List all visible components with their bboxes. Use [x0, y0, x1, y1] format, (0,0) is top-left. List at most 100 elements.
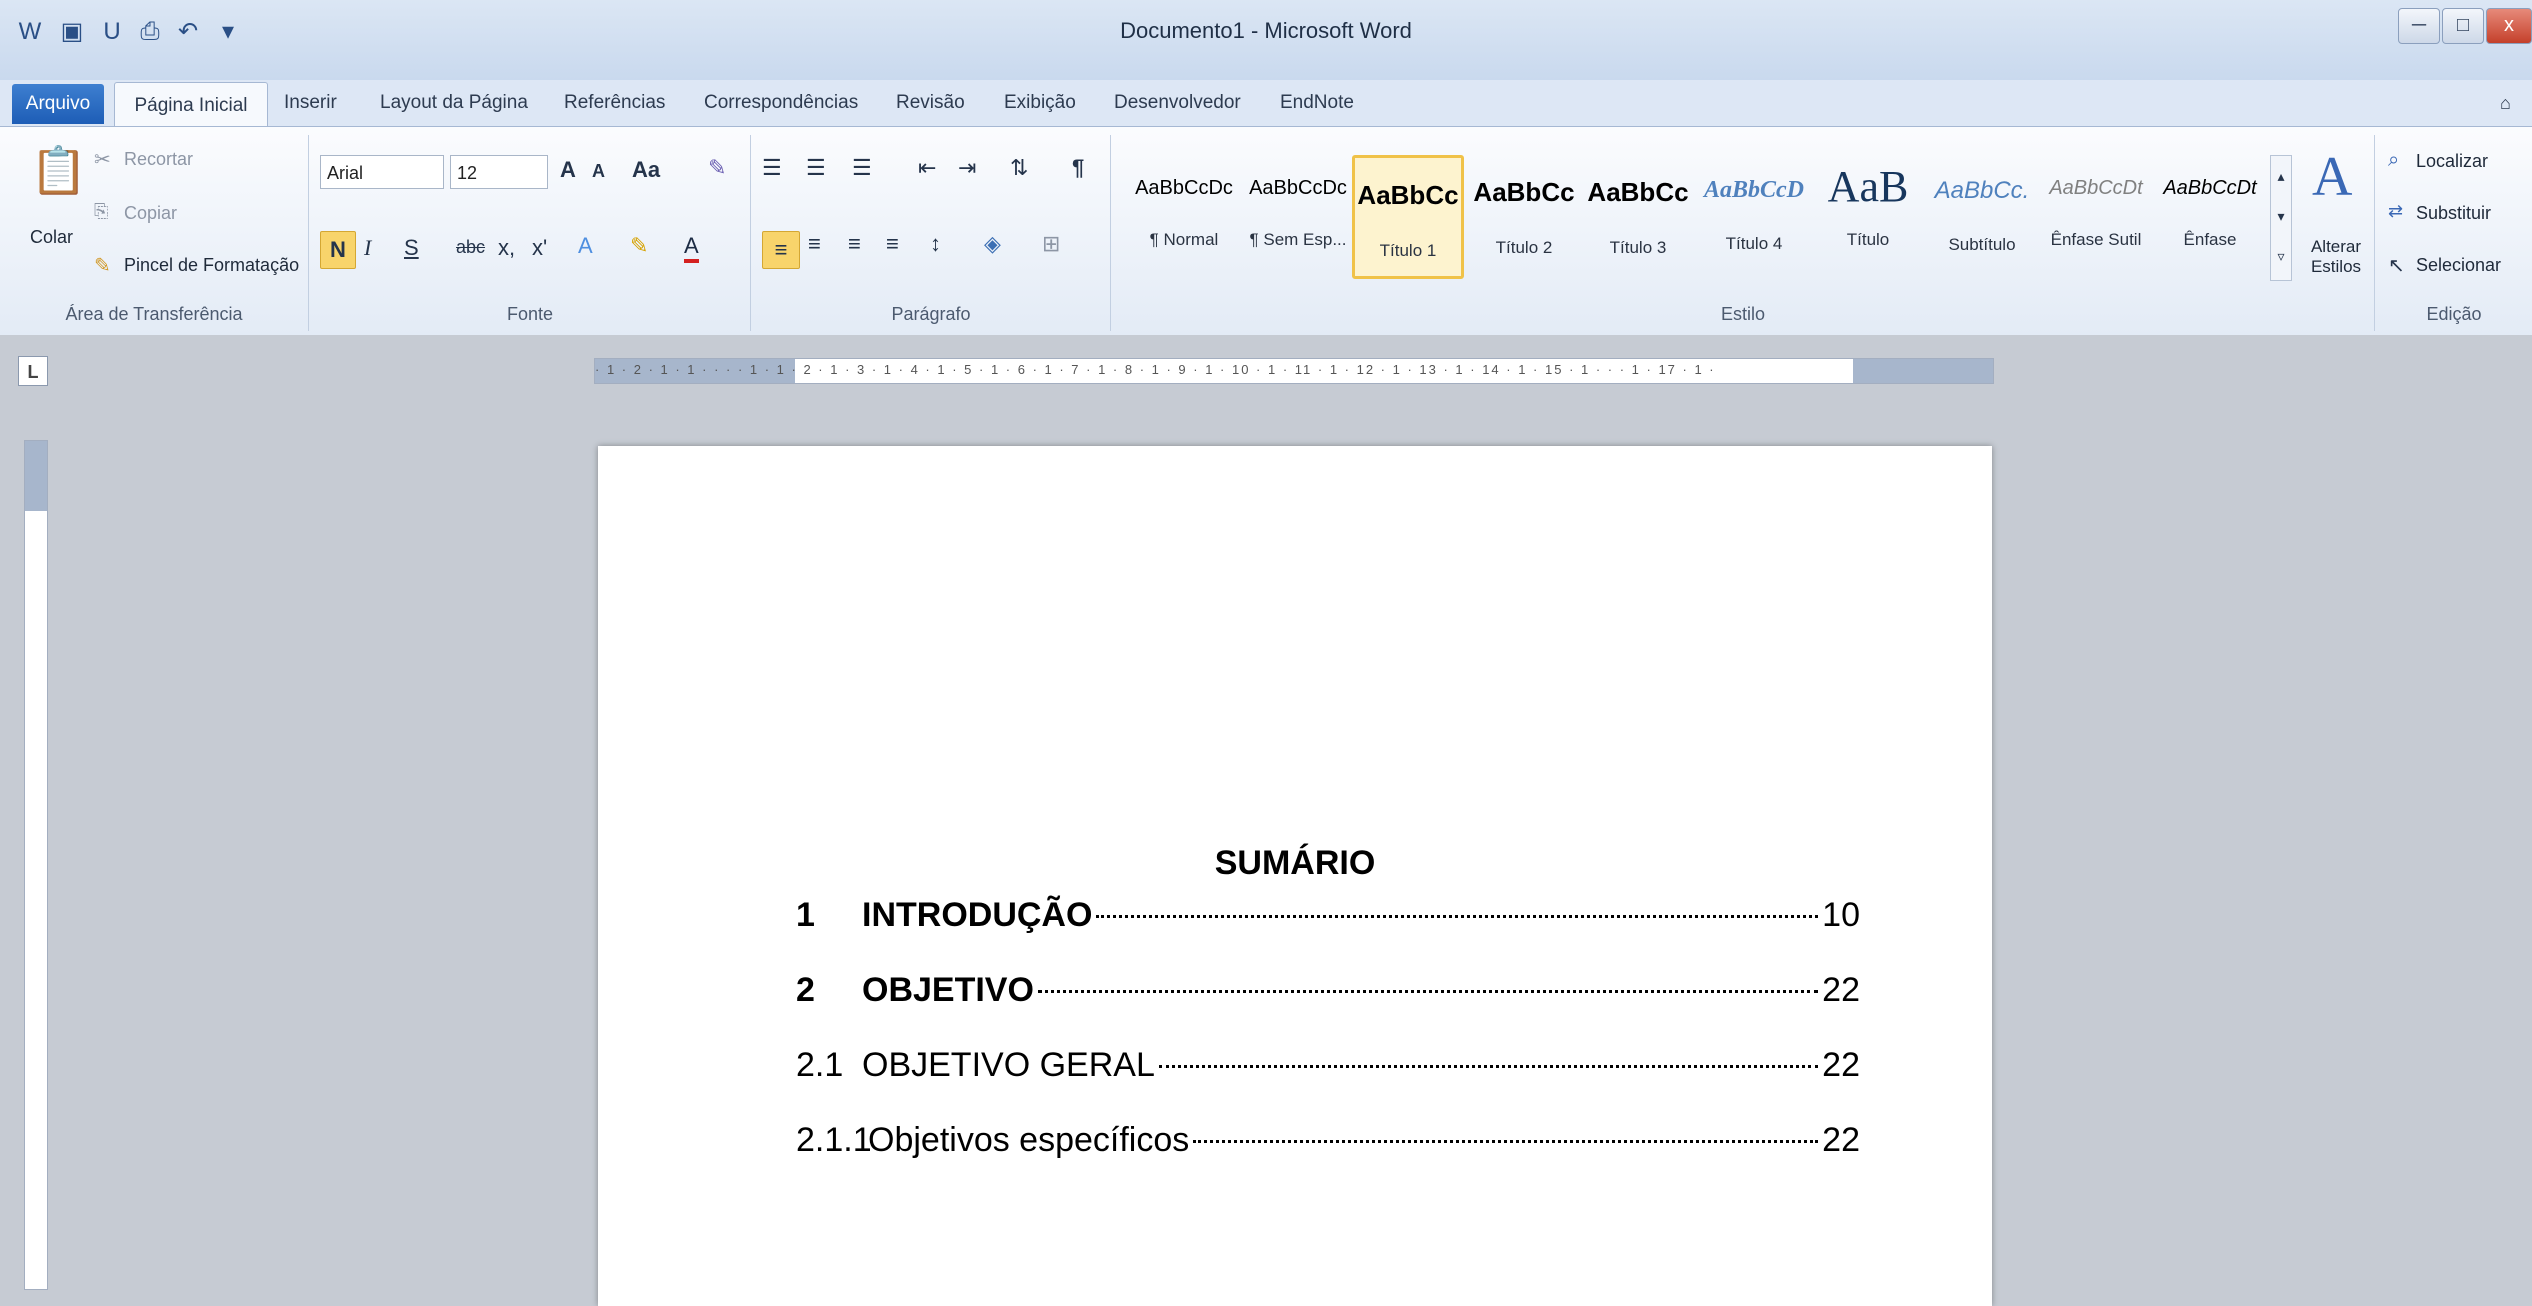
toc-entry[interactable]: 2 OBJETIVO 22 — [796, 971, 1860, 1021]
italic-button[interactable]: I — [364, 235, 371, 261]
toc-text: OBJETIVO GERAL — [862, 1046, 1155, 1084]
style-no-spacing[interactable]: AaBbCcDc ¶ Sem Esp... — [1242, 155, 1354, 279]
sort-icon[interactable]: ⇅ — [1010, 155, 1028, 181]
shrink-font-button[interactable]: A — [592, 161, 605, 182]
tab-endnote[interactable]: EndNote — [1280, 80, 1354, 126]
tab-references[interactable]: Referências — [564, 80, 665, 126]
style-heading-2[interactable]: AaBbCc Título 2 — [1468, 155, 1580, 279]
font-family-select[interactable]: Arial — [320, 155, 444, 189]
justify-icon[interactable]: ≡ — [886, 231, 899, 257]
toc-entry[interactable]: 1 INTRODUÇÃO 10 — [796, 896, 1860, 946]
vertical-ruler-margin — [25, 441, 47, 511]
toc-leader — [1037, 990, 1819, 993]
toc-page: 10 — [1822, 896, 1860, 934]
toc-leader — [1193, 1140, 1819, 1143]
text-effects-icon[interactable]: A — [578, 233, 593, 259]
multilevel-list-icon[interactable]: ☰ — [852, 155, 872, 181]
toc-leader — [1096, 915, 1819, 918]
brush-icon: ✎ — [94, 255, 111, 277]
ribbon-tabs: Arquivo Página Inicial Inserir Layout da… — [0, 80, 2532, 127]
title-bar: W ▣ U ⎙ ↶ ▾ Documento1 - Microsoft Word … — [0, 0, 2532, 81]
tab-insert[interactable]: Inserir — [284, 80, 337, 126]
window-title: Documento1 - Microsoft Word — [1120, 18, 1412, 43]
paste-button[interactable]: Colar — [30, 227, 73, 248]
paste-icon[interactable]: 📋 — [30, 143, 87, 203]
copy-button[interactable]: Copiar — [124, 203, 177, 224]
group-label: Parágrafo — [891, 304, 971, 324]
replace-button[interactable]: Substituir — [2416, 203, 2491, 224]
select-button[interactable]: Selecionar — [2416, 255, 2501, 276]
horizontal-ruler[interactable]: · 1 · 2 · 1 · 1 · · · · 1 · 1 · 2 · 1 · … — [594, 358, 1994, 384]
align-left-icon[interactable]: ≡ — [762, 231, 800, 269]
style-emphasis[interactable]: AaBbCcDt Ênfase — [2154, 155, 2266, 279]
tab-home[interactable]: Página Inicial — [114, 82, 268, 127]
subscript-button[interactable]: x, — [498, 235, 515, 261]
font-size-select[interactable]: 12 — [450, 155, 548, 189]
toc-entry[interactable]: 2.1 OBJETIVO GERAL 22 — [796, 1046, 1860, 1096]
align-right-icon[interactable]: ≡ — [848, 231, 861, 257]
help-icon[interactable]: ⌂ — [2500, 80, 2511, 126]
numbering-icon[interactable]: ☰ — [806, 155, 826, 181]
change-styles-icon[interactable]: A — [2312, 145, 2352, 209]
superscript-button[interactable]: x' — [532, 235, 547, 261]
tab-page-layout[interactable]: Layout da Página — [380, 80, 528, 126]
change-styles-button[interactable]: Alterar Estilos — [2304, 237, 2368, 277]
tab-selector[interactable]: L — [18, 356, 48, 386]
shading-icon[interactable]: ◈ — [984, 231, 1001, 257]
tab-developer[interactable]: Desenvolvedor — [1114, 80, 1241, 126]
group-styles: AaBbCcDc ¶ Normal AaBbCcDc ¶ Sem Esp... … — [1112, 135, 2375, 331]
scissors-icon: ✂ — [94, 149, 111, 171]
document-page[interactable]: SUMÁRIO 1 INTRODUÇÃO 10 2 OBJETIVO 22 2.… — [598, 446, 1992, 1306]
bullets-icon[interactable]: ☰ — [762, 155, 782, 181]
group-label: Área de Transferência — [65, 304, 243, 324]
style-subtle-emphasis[interactable]: AaBbCcDt Ênfase Sutil — [2040, 155, 2152, 279]
style-heading-4[interactable]: AaBbCcD Título 4 — [1698, 155, 1810, 279]
replace-icon: ⇄ — [2388, 201, 2404, 221]
clear-format-icon[interactable]: ✎ — [708, 155, 726, 181]
tab-mailings[interactable]: Correspondências — [704, 80, 858, 126]
style-subtitle[interactable]: AaBbCc. Subtítulo — [1926, 155, 2038, 279]
toc-text: INTRODUÇÃO — [862, 896, 1093, 934]
restore-button[interactable]: □ — [2442, 8, 2484, 44]
grow-font-button[interactable]: A — [560, 157, 576, 183]
toc-entry[interactable]: 2.1.1 Objetivos específicos 22 — [796, 1121, 1860, 1171]
group-label: Fonte — [506, 304, 554, 324]
toc-text: OBJETIVO — [862, 971, 1034, 1009]
toc-number: 2.1 — [796, 1046, 844, 1084]
underline-button[interactable]: S — [404, 235, 419, 261]
highlight-icon[interactable]: ✎ — [630, 233, 648, 259]
bold-button[interactable]: N — [320, 231, 356, 269]
style-normal[interactable]: AaBbCcDc ¶ Normal — [1128, 155, 1240, 279]
change-case-button[interactable]: Aa — [632, 157, 660, 183]
align-center-icon[interactable]: ≡ — [808, 231, 821, 257]
toc-number: 2.1.1 — [796, 1121, 872, 1159]
binoculars-icon: ⌕ — [2388, 149, 2400, 171]
strikethrough-button[interactable]: abc — [456, 237, 485, 258]
style-heading-3[interactable]: AaBbCc Título 3 — [1582, 155, 1694, 279]
decrease-indent-icon[interactable]: ⇤ — [918, 155, 936, 181]
group-clipboard: 📋 Colar ✂ Recortar ⎘ Copiar ✎ Pincel de … — [0, 135, 309, 331]
styles-scroll[interactable]: ▴ ▾ ▿ — [2270, 155, 2292, 281]
group-font: Arial 12 A A Aa ✎ N I S abc x, x' A ✎ A … — [310, 135, 751, 331]
vertical-ruler[interactable] — [24, 440, 48, 1290]
font-color-icon[interactable]: A — [684, 233, 699, 263]
find-button[interactable]: Localizar — [2416, 151, 2488, 172]
toc-page: 22 — [1822, 1046, 1860, 1084]
increase-indent-icon[interactable]: ⇥ — [958, 155, 976, 181]
format-painter-button[interactable]: Pincel de Formatação — [124, 255, 299, 276]
line-spacing-icon[interactable]: ↕ — [930, 231, 941, 257]
borders-icon[interactable]: ⊞ — [1042, 231, 1060, 257]
tab-file[interactable]: Arquivo — [12, 84, 104, 124]
cut-button[interactable]: Recortar — [124, 149, 193, 170]
copy-icon: ⎘ — [94, 201, 109, 221]
close-button[interactable]: x — [2486, 8, 2532, 44]
show-marks-button[interactable]: ¶ — [1072, 155, 1084, 181]
tab-view[interactable]: Exibição — [1004, 80, 1076, 126]
style-heading-1[interactable]: AaBbCc Título 1 — [1352, 155, 1464, 279]
group-paragraph: ☰ ☰ ☰ ⇤ ⇥ ⇅ ¶ ≡ ≡ ≡ ≡ ↕ ◈ ⊞ Parágrafo — [752, 135, 1111, 331]
tab-review[interactable]: Revisão — [896, 80, 965, 126]
ruler-numbers: · 1 · 2 · 1 · 1 · · · · 1 · 1 · 2 · 1 · … — [595, 362, 1716, 377]
cursor-icon: ↖ — [2388, 255, 2405, 277]
style-title[interactable]: AaB Título — [1812, 155, 1924, 279]
minimize-button[interactable]: ─ — [2398, 8, 2440, 44]
